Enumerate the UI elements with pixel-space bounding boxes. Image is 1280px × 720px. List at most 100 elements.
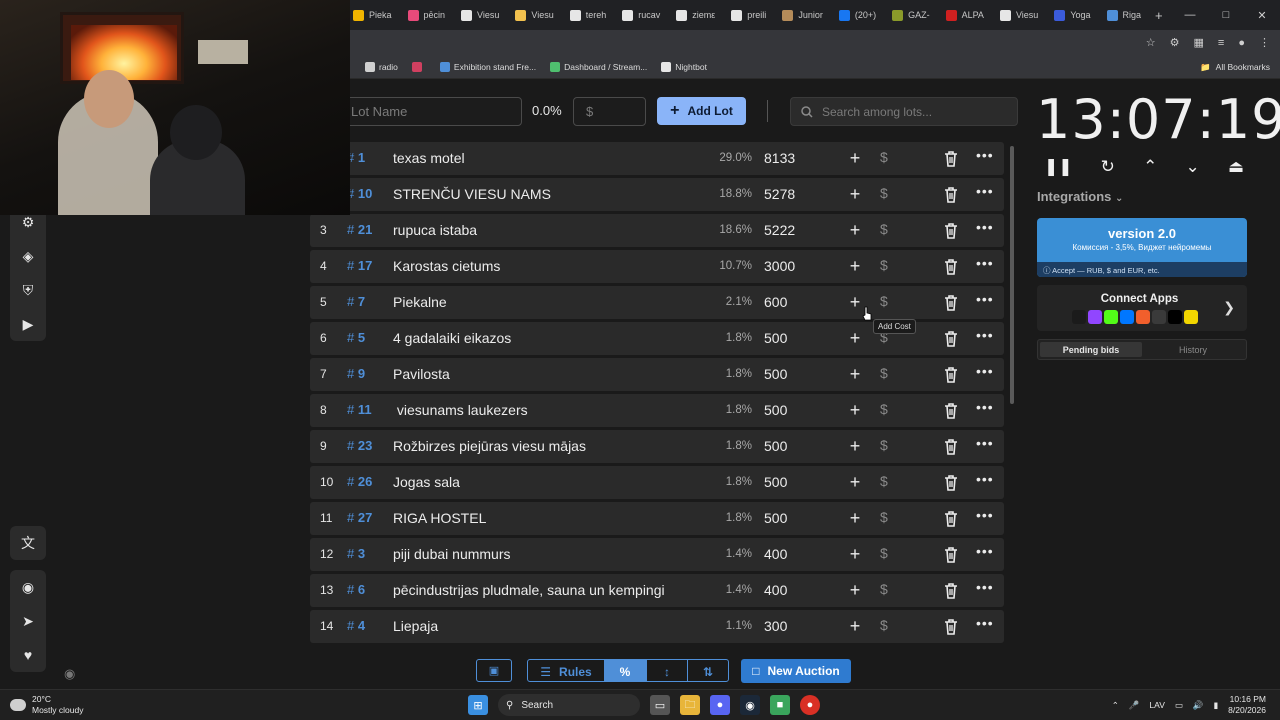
- lot-amount[interactable]: 300: [764, 618, 787, 634]
- lot-row[interactable]: # 1 texas motel 29.0% 8133 + $ •••: [310, 142, 1004, 175]
- more-options-icon[interactable]: •••: [976, 219, 994, 235]
- add-amount-icon[interactable]: +: [846, 147, 864, 169]
- add-amount-icon[interactable]: +: [846, 471, 864, 493]
- trash-icon[interactable]: [943, 186, 959, 204]
- more-options-icon[interactable]: •••: [976, 615, 994, 631]
- microphone-icon[interactable]: 🎤: [1129, 700, 1140, 711]
- chrome-icon[interactable]: ●: [800, 695, 820, 715]
- add-cost-icon[interactable]: $: [880, 401, 888, 417]
- lot-amount[interactable]: 500: [764, 330, 787, 346]
- trash-icon[interactable]: [943, 258, 959, 276]
- lot-name[interactable]: piji dubai nummurs: [393, 546, 511, 562]
- language-indicator[interactable]: LAV: [1149, 700, 1164, 710]
- lot-name[interactable]: 4 gadalaiki eikazos: [393, 330, 511, 346]
- all-bookmarks[interactable]: 📁 All Bookmarks: [1200, 55, 1270, 79]
- browser-tab[interactable]: Pieka: [345, 3, 400, 27]
- lot-row[interactable]: 4 # 17 Karostas cietums 10.7% 3000 + $ •••: [310, 250, 1004, 283]
- lot-search-input[interactable]: Search among lots...: [790, 97, 1018, 126]
- more-options-icon[interactable]: •••: [976, 579, 994, 595]
- browser-tab[interactable]: tereh: [562, 3, 615, 27]
- trash-icon[interactable]: [943, 546, 959, 564]
- trash-icon[interactable]: [943, 438, 959, 456]
- more-options-icon[interactable]: •••: [976, 435, 994, 451]
- game-app-icon[interactable]: ■: [770, 695, 790, 715]
- telegram-icon[interactable]: ➤: [10, 604, 46, 638]
- volume-icon[interactable]: 🔊: [1193, 700, 1204, 711]
- bookmark-item[interactable]: Nightbot: [661, 61, 707, 72]
- browser-tab[interactable]: Yoga: [1046, 3, 1098, 27]
- close-icon[interactable]: ✕: [1244, 0, 1280, 30]
- add-cost-icon[interactable]: $: [880, 185, 888, 201]
- lot-name[interactable]: Pavilosta: [393, 366, 450, 382]
- trash-icon[interactable]: [943, 150, 959, 168]
- lot-name[interactable]: Piekalne: [393, 294, 447, 310]
- lot-amount[interactable]: 500: [764, 438, 787, 454]
- rules-button[interactable]: ☰ Rules: [528, 660, 604, 681]
- profile-icon[interactable]: ●: [1238, 37, 1245, 49]
- add-cost-icon[interactable]: $: [880, 221, 888, 237]
- more-options-icon[interactable]: •••: [976, 363, 994, 379]
- lot-amount[interactable]: 500: [764, 474, 787, 490]
- trash-icon[interactable]: [943, 294, 959, 312]
- add-cost-icon[interactable]: $: [880, 509, 888, 525]
- lot-amount[interactable]: 3000: [764, 258, 795, 274]
- lot-amount[interactable]: 500: [764, 510, 787, 526]
- lot-name[interactable]: pēcindustrijas pludmale, sauna un kempin…: [393, 582, 665, 598]
- trash-icon[interactable]: [943, 618, 959, 636]
- trash-icon[interactable]: [943, 222, 959, 240]
- lot-row[interactable]: # 10 STRENČU VIESU NAMS 18.8% 5278 + $ •••: [310, 178, 1004, 211]
- trash-icon[interactable]: [943, 402, 959, 420]
- add-cost-icon[interactable]: $: [880, 545, 888, 561]
- connect-apps-card[interactable]: Connect Apps ❯: [1037, 285, 1247, 331]
- trash-icon[interactable]: [943, 330, 959, 348]
- chevron-up-icon[interactable]: ⌃: [1143, 157, 1157, 177]
- save-button[interactable]: ▣: [476, 659, 512, 682]
- lot-row[interactable]: 9 # 23 Rožbirzes piejūras viesu mājas 1.8% 5…: [310, 430, 1004, 463]
- more-options-icon[interactable]: •••: [976, 471, 994, 487]
- lot-row[interactable]: 5 # 7 Piekalne 2.1% 600 + $ •••: [310, 286, 1004, 319]
- add-amount-icon[interactable]: +: [846, 579, 864, 601]
- browser-tab[interactable]: preili: [723, 3, 774, 27]
- add-cost-icon[interactable]: $: [880, 149, 888, 165]
- new-auction-button[interactable]: □ New Auction: [741, 659, 851, 683]
- translate-icon[interactable]: 文: [10, 526, 46, 560]
- layers-icon[interactable]: ◈: [10, 239, 46, 273]
- lot-row[interactable]: 7 # 9 Pavilosta 1.8% 500 + $ •••: [310, 358, 1004, 391]
- lot-amount[interactable]: 400: [764, 546, 787, 562]
- lot-name[interactable]: Liepaja: [393, 618, 438, 634]
- steam-icon[interactable]: ◉: [740, 695, 760, 715]
- restart-icon[interactable]: ↻: [1101, 157, 1115, 177]
- lot-row[interactable]: 13 # 6 pēcindustrijas pludmale, sauna un k…: [310, 574, 1004, 607]
- video-library-icon[interactable]: ▶: [10, 307, 46, 341]
- trash-icon[interactable]: [943, 510, 959, 528]
- add-cost-icon[interactable]: $: [880, 365, 888, 381]
- eye-icon[interactable]: ◉: [64, 666, 75, 682]
- taskbar-search[interactable]: ⚲ Search: [498, 694, 640, 716]
- lot-amount[interactable]: 8133: [764, 150, 795, 166]
- lot-name[interactable]: Jogas sala: [393, 474, 460, 490]
- browser-tab[interactable]: rucav: [614, 3, 668, 27]
- trash-icon[interactable]: [943, 474, 959, 492]
- add-amount-icon[interactable]: +: [846, 183, 864, 205]
- add-amount-icon[interactable]: +: [846, 507, 864, 529]
- lot-name-input[interactable]: Lot Name: [346, 97, 522, 126]
- add-amount-icon[interactable]: +: [846, 363, 864, 385]
- lot-name[interactable]: rupuca istaba: [393, 222, 477, 238]
- lot-amount[interactable]: 500: [764, 402, 787, 418]
- add-cost-icon[interactable]: $: [880, 293, 888, 309]
- trash-icon[interactable]: [943, 582, 959, 600]
- add-amount-icon[interactable]: +: [846, 399, 864, 421]
- lot-name[interactable]: Rožbirzes piejūras viesu mājas: [393, 438, 586, 454]
- lot-row[interactable]: 8 # 11 viesunams laukezers 1.8% 500 + $ •••: [310, 394, 1004, 427]
- network-icon[interactable]: ▭: [1175, 700, 1183, 711]
- lot-row[interactable]: 14 # 4 Liepaja 1.1% 300 + $ •••: [310, 610, 1004, 643]
- more-options-icon[interactable]: •••: [976, 147, 994, 163]
- add-amount-icon[interactable]: +: [846, 615, 864, 637]
- bookmark-item[interactable]: radio: [365, 61, 398, 72]
- extension-icon[interactable]: ⚙: [1170, 36, 1180, 49]
- puzzle-icon[interactable]: ▦: [1194, 36, 1204, 49]
- pause-icon[interactable]: ❚❚: [1044, 157, 1073, 177]
- lot-amount[interactable]: 5278: [764, 186, 795, 202]
- version-card[interactable]: version 2.0 Комиссия - 3,5%, Виджет нейр…: [1037, 218, 1247, 277]
- more-options-icon[interactable]: •••: [976, 183, 994, 199]
